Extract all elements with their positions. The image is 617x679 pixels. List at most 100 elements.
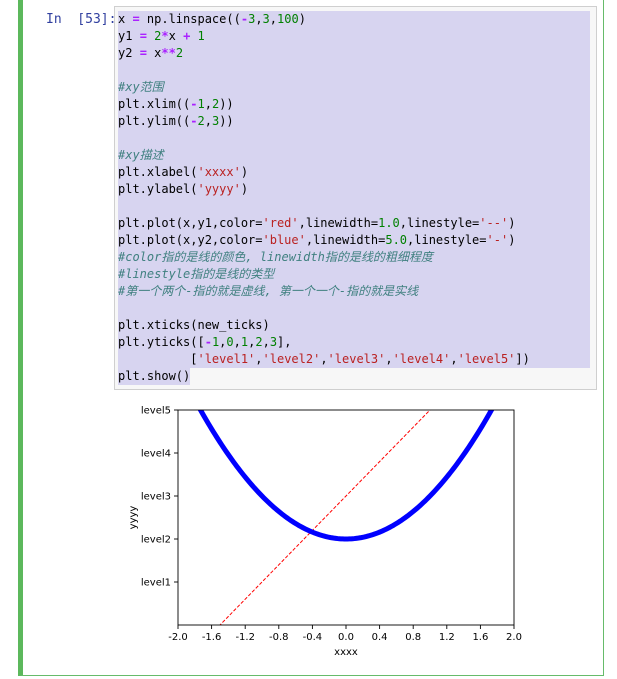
plot-frame [177, 409, 515, 626]
code-line-selection: #第一个两个-指的就是虚线, 第一个一个-指的就是实线 [118, 283, 590, 300]
code-token: )) [219, 97, 234, 111]
code-token: , [255, 352, 263, 366]
code-line-selection: #color指的是线的颜色, linewidth指的是线的粗细程度 [118, 249, 590, 266]
code-line[interactable] [118, 198, 594, 215]
code-token: #color指的是线的颜色, linewidth指的是线的粗细程度 [118, 250, 433, 264]
code-token: ) [508, 233, 516, 247]
code-token: #linestyle指的是线的类型 [118, 267, 275, 281]
y-tick-label: level2 [141, 535, 171, 546]
code-line-selection: ['level1','level2','level3','level4','le… [118, 351, 590, 368]
code-token: plt.xticks(new_ticks) [118, 318, 270, 332]
code-line[interactable]: plt.ylim((-2,3)) [118, 113, 594, 130]
code-token: 0 [226, 335, 234, 349]
code-token: 'yyyy' [197, 182, 241, 196]
x-tick-label: -0.4 [303, 632, 323, 643]
code-line-selection: plt.ylim((-2,3)) [118, 113, 590, 130]
code-token: plt.yticks([ [118, 335, 205, 349]
code-line-selection: x = np.linspace((-3,3,100) [118, 11, 590, 28]
code-line-selection: y1 = 2*x + 1 [118, 28, 590, 45]
code-line-selection: plt.plot(x,y2,color='blue',linewidth=5.0… [118, 232, 590, 249]
code-token: - [240, 12, 249, 26]
code-line[interactable]: plt.plot(x,y1,color='red',linewidth=1.0,… [118, 215, 594, 232]
code-line[interactable]: #xy描述 [118, 147, 594, 164]
code-editor[interactable]: x = np.linspace((-3,3,100) y1 = 2*x + 1 y2… [114, 6, 597, 390]
code-token: x [118, 12, 133, 26]
code-token: 'red' [262, 216, 299, 230]
code-token: x [146, 46, 162, 60]
code-token: 2 [175, 46, 184, 60]
code-line-selection: #xy描述 [118, 147, 590, 164]
code-token: '-' [486, 233, 509, 247]
code-line-selection: plt.xticks(new_ticks) [118, 317, 590, 334]
code-line[interactable]: plt.xticks(new_ticks) [118, 317, 594, 334]
code-line-selection: plt.plot(x,y1,color='red',linewidth=1.0,… [118, 215, 590, 232]
code-token: np.linspace(( [139, 12, 241, 26]
code-line[interactable]: y2 = x**2 [118, 45, 594, 62]
code-line[interactable]: #color指的是线的颜色, linewidth指的是线的粗细程度 [118, 249, 594, 266]
code-line[interactable]: plt.xlabel('xxxx') [118, 164, 594, 181]
code-line-selection: y2 = x**2 [118, 45, 590, 62]
code-area[interactable]: x = np.linspace((-3,3,100) y1 = 2*x + 1 y2… [118, 11, 594, 385]
code-token: , [450, 352, 458, 366]
code-line[interactable]: ['level1','level2','level3','level4','le… [118, 351, 594, 368]
code-line[interactable]: #linestyle指的是线的类型 [118, 266, 594, 283]
code-line-selection: plt.xlim((-1,2)) [118, 96, 590, 113]
code-token: = [132, 12, 140, 26]
y-axis-label: yyyy [128, 506, 139, 530]
code-token: ) [240, 165, 249, 179]
code-token: 100 [277, 12, 299, 26]
code-token: , [233, 335, 241, 349]
code-token: 'level2' [262, 352, 321, 366]
code-line[interactable] [118, 62, 594, 79]
code-line[interactable] [118, 300, 594, 317]
code-token: 2 [255, 335, 263, 349]
x-tick-label: 1.2 [439, 632, 455, 643]
code-token: , [204, 97, 212, 111]
code-line[interactable]: #xy范围 [118, 79, 594, 96]
y-tick-label: level3 [141, 492, 171, 503]
x-axis-label: xxxx [334, 647, 358, 658]
code-token: , [385, 352, 393, 366]
code-token: ) [298, 12, 306, 26]
code-line[interactable]: x = np.linspace((-3,3,100) [118, 11, 594, 28]
code-token: 'level1' [197, 352, 256, 366]
code-token: = [139, 46, 147, 60]
code-token: plt.show() [118, 369, 191, 383]
code-line-selection: plt.xlabel('xxxx') [118, 164, 590, 181]
series-line-y2 [197, 410, 495, 542]
series-line-y1 [219, 410, 431, 625]
code-line[interactable]: plt.ylabel('yyyy') [118, 181, 594, 198]
x-tick-label: 0.8 [405, 632, 421, 643]
code-token: 1 [197, 29, 205, 43]
code-token: 3 [269, 335, 278, 349]
code-line[interactable]: #第一个两个-指的就是虚线, 第一个一个-指的就是实线 [118, 283, 594, 300]
code-token: 'blue' [262, 233, 306, 247]
code-token: #第一个两个-指的就是虚线, 第一个一个-指的就是实线 [118, 284, 419, 298]
code-line[interactable]: y1 = 2*x + 1 [118, 28, 594, 45]
code-token: plt.xlabel( [118, 165, 198, 179]
code-token: '--' [479, 216, 509, 230]
code-line[interactable] [118, 130, 594, 147]
code-token: plt.plot(x,y2,color= [118, 233, 263, 247]
x-tick-label: -1.6 [202, 632, 222, 643]
x-tick-label: 1.6 [472, 632, 488, 643]
y-tick-label: level4 [141, 449, 171, 460]
code-token: , [262, 335, 270, 349]
code-token: , [320, 352, 328, 366]
code-line[interactable]: plt.plot(x,y2,color='blue',linewidth=5.0… [118, 232, 594, 249]
code-token: 'level4' [392, 352, 451, 366]
code-token: 2 [197, 114, 205, 128]
code-token: plt.xlim(( [118, 97, 191, 111]
code-line[interactable]: plt.yticks([-1,0,1,2,3], [118, 334, 594, 351]
code-line-selection: #linestyle指的是线的类型 [118, 266, 590, 283]
code-line-selection: #xy范围 [118, 79, 590, 96]
code-line[interactable]: plt.xlim((-1,2)) [118, 96, 594, 113]
code-token: plt.ylim(( [118, 114, 191, 128]
code-token: 5.0 [385, 233, 408, 247]
code-line[interactable]: plt.show() [118, 368, 594, 385]
code-token: 'level5' [457, 352, 516, 366]
code-token: #xy描述 [118, 148, 164, 162]
code-token: [ [118, 352, 198, 366]
x-tick-label: -0.8 [269, 632, 289, 643]
